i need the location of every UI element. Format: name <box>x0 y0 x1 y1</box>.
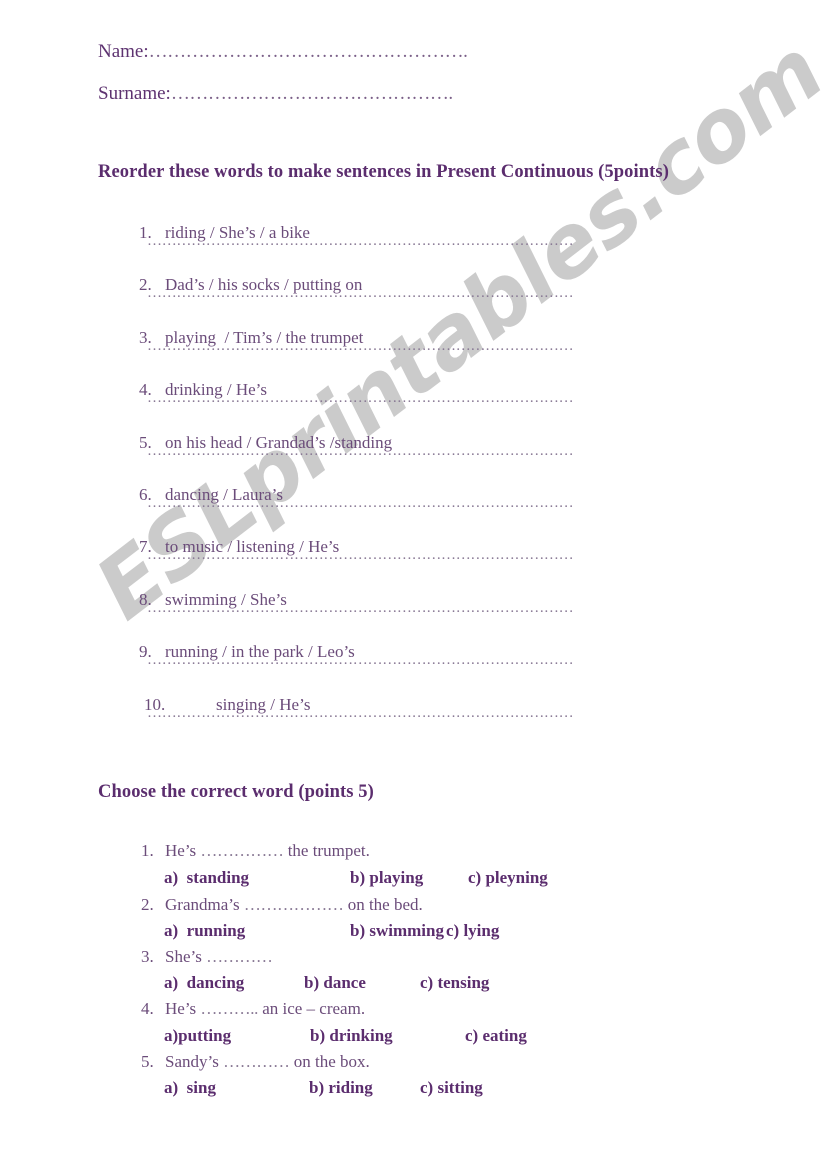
answer-line-9[interactable]: …………………………………………………………………………… <box>147 652 574 669</box>
mc-options-5: a) sing b) riding c) sitting <box>147 1058 483 1118</box>
answer-line-2[interactable]: …………………………………………………………………………… <box>147 285 574 302</box>
worksheet-page: Name:……………………………………………. Surname:……………………… <box>0 0 826 1169</box>
answer-line-5[interactable]: …………………………………………………………………………… <box>147 443 574 460</box>
section2-heading: Choose the correct word (points 5) <box>98 782 374 802</box>
section1-heading: Reorder these words to make sentences in… <box>98 162 669 182</box>
mc-option-1c[interactable]: c) pleyning <box>468 868 548 888</box>
answer-line-8[interactable]: …………………………………………………………………………… <box>147 600 574 617</box>
answer-line-3[interactable]: …………………………………………………………………………… <box>147 338 574 355</box>
name-label: Name: <box>98 41 149 62</box>
mc-option-2b[interactable]: b) swimming <box>350 921 446 941</box>
mc-option-5c[interactable]: c) sitting <box>420 1078 483 1098</box>
answer-line-10[interactable]: …………………………………………………………………………… <box>147 705 574 722</box>
answer-line-1[interactable]: …………………………………………………………………………… <box>147 233 574 250</box>
mc-option-2c[interactable]: c) lying <box>446 921 499 941</box>
mc-option-3c[interactable]: c) tensing <box>420 973 489 993</box>
surname-label: Surname: <box>98 83 171 104</box>
name-field-line: Name:……………………………………………. <box>98 41 468 63</box>
mc-option-5a[interactable]: a) sing <box>164 1078 309 1098</box>
surname-field-line: Surname:………………………………………. <box>98 83 453 105</box>
mc-option-4c[interactable]: c) eating <box>465 1026 527 1046</box>
surname-dotted-line[interactable]: ………………………………………. <box>171 83 453 104</box>
mc-option-5b[interactable]: b) riding <box>309 1078 420 1098</box>
name-dotted-line[interactable]: ……………………………………………. <box>149 41 468 62</box>
answer-line-4[interactable]: …………………………………………………………………………… <box>147 390 574 407</box>
answer-line-6[interactable]: …………………………………………………………………………… <box>147 495 574 512</box>
answer-line-7[interactable]: …………………………………………………………………………… <box>147 547 574 564</box>
